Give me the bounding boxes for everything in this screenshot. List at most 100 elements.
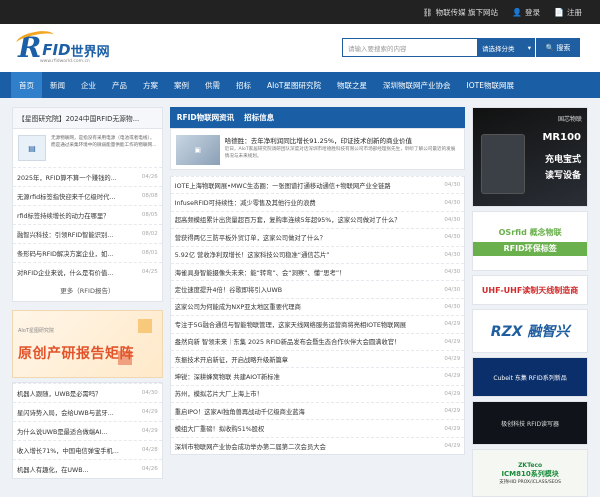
report-feature[interactable]: ▤ 无源物联网，是指没有采用电源（电池或者电线），而是通过采集环境中的微弱能量供…: [13, 129, 162, 167]
list-item-title: 坤锐：深耕蜂窝物联 共建AIOT新标准: [175, 372, 441, 381]
list-item[interactable]: 专注于5G融合通信与智能物联管理，这家天线网络服务运营商将亮相IOTE物联网展0…: [171, 315, 464, 332]
search-icon: 🔍: [546, 44, 555, 52]
list-item[interactable]: 机器人有趣化，在UWB...04/26: [13, 459, 162, 478]
list-item[interactable]: 融智兴科技：引领RFID智能识别...08/02: [13, 224, 162, 243]
list-item[interactable]: 为什么说UWB是最适合做端AI... 04/29: [13, 421, 162, 440]
list-item[interactable]: 机器人跟随，UWB是必需吗？04/30: [13, 383, 162, 402]
nav-item[interactable]: AIoT星图研究院: [259, 72, 329, 98]
list-item-date: 04/29: [444, 339, 460, 345]
news-list: IOTE上海物联网展•MWC生态圈：一张图谱打通移动通信+物联网产业全链路 04/…: [170, 176, 465, 455]
list-item-date: 04/29: [444, 391, 460, 397]
nav-item[interactable]: 物联之星: [329, 72, 375, 98]
login-link[interactable]: 👤登录: [512, 7, 540, 18]
list-item[interactable]: 2025年，RFID算不算一个赚钱的... 04/26: [13, 167, 162, 186]
nav-item[interactable]: 企业: [73, 72, 104, 98]
tab-tender-info[interactable]: 招标信息: [244, 112, 274, 123]
list-item[interactable]: 坤锐：深耕蜂窝物联 共建AIOT新标准04/29: [171, 367, 464, 384]
device-image: [481, 134, 525, 194]
user-icon: 👤: [512, 8, 522, 17]
report-title[interactable]: 【星图研究院】2024中国RFID无源物...: [13, 108, 162, 129]
nav-item[interactable]: 深圳物联网产业协会: [375, 72, 459, 98]
list-item[interactable]: 深圳市物联网产业协会成功举办第二届第二次会员大会04/29: [171, 437, 464, 454]
list-item[interactable]: 无源rfid标签指快迎来千亿级时代...08/08: [13, 186, 162, 205]
list-item[interactable]: InfuseRFID可持续性：减少零售及其他行业的浪费04/30: [171, 193, 464, 210]
list-item[interactable]: 条形码与RFID解决方案企业，如...08/01: [13, 243, 162, 262]
nav-item[interactable]: 新闻: [42, 72, 73, 98]
list-item[interactable]: 这家公司为何能成为NXP亚太地区重要代理商04/30: [171, 298, 464, 315]
list-item[interactable]: 海雀具身智能摄像头未来：能“转弯”、会“洞察”、懂“思考”！04/30: [171, 263, 464, 280]
nav-item[interactable]: 案例: [166, 72, 197, 98]
zkteco-ad[interactable]: ZKTeco ICM810系列模块 支持HID PROX/iCLASS/SEOS: [472, 449, 588, 497]
main-content: 【星图研究院】2024中国RFID无源物... ▤ 无源物联网，是指没有采用电源…: [12, 107, 588, 450]
list-item-title: IOTE上海物联网展•MWC生态圈：一张图谱打通移动通信+物联网产业全链路: [175, 181, 441, 190]
nav-item[interactable]: 首页: [11, 72, 42, 98]
list-item-title: 收入增长71%，中国电信弹宝手机...: [17, 446, 138, 455]
list-item-title: 苏州，模拟芯片大厂上海上市！: [175, 389, 441, 398]
report-thumbnail: ▤: [18, 135, 46, 161]
register-icon: 📄: [554, 8, 564, 17]
site-logo[interactable]: R FID 世界网 www.rfidworld.com.cn: [18, 34, 110, 62]
reader-ad[interactable]: 极创科技 RFID读写器: [472, 401, 588, 445]
list-item-date: 08/02: [142, 231, 158, 237]
list-item-date: 04/29: [444, 356, 460, 362]
list-item-date: 04/30: [444, 217, 460, 223]
list-item[interactable]: 盎然向新 智领未来｜东集 2025 RFID新品发布会暨生态合作伙伴大会圆满收官…: [171, 333, 464, 350]
nav-item[interactable]: 招标: [228, 72, 259, 98]
antenna-ad[interactable]: UHF-UHF读制天线制造商: [472, 275, 588, 305]
list-item[interactable]: 对RFID企业来说，什么是有价值...04/25: [13, 262, 162, 281]
uwb-list: 机器人跟随，UWB是必需吗？04/30星闪诗势入局，会给UWB与蓝牙...04/…: [12, 382, 163, 479]
list-item[interactable]: 东振技术开启新征，开启战略升级新篇章04/29: [171, 350, 464, 367]
list-item-date: 04/30: [444, 252, 460, 258]
list-item-title: 星闪诗势入局，会给UWB与蓝牙...: [17, 408, 138, 417]
search-input[interactable]: 请输入要搜索的内容: [342, 38, 478, 57]
sister-sites-link[interactable]: ⛓物联传媒 旗下网站: [423, 7, 499, 18]
headline-story[interactable]: ▣ 哈德胜：去年净利润同比增长91.25%，印证技术创新的商业价值 近日，AIo…: [170, 128, 465, 170]
search-button[interactable]: 🔍搜索: [536, 38, 580, 57]
nav-item[interactable]: IOTE物联网展: [459, 72, 522, 98]
list-item[interactable]: 模组大厂重磅！拟收购51%股权04/29: [171, 419, 464, 436]
nav-item[interactable]: 方案: [135, 72, 166, 98]
list-item[interactable]: 重启IPO！这家AI独角兽再战动千亿级商业蓝海04/29: [171, 402, 464, 419]
list-item[interactable]: 营获得两亿三防平板外贸订单，这家公司做对了什么？04/30: [171, 228, 464, 245]
more-reports-link[interactable]: 更多（RFID报告）: [13, 281, 162, 301]
nav-item[interactable]: 产品: [104, 72, 135, 98]
register-link[interactable]: 📄注册: [554, 7, 582, 18]
list-item-title: 模组大厂重磅！拟收购51%股权: [175, 424, 441, 433]
news-section-header: RFID物联网资讯 招标信息: [170, 107, 465, 128]
rzx-ad[interactable]: RZX 融智兴: [472, 309, 588, 353]
right-column: 国芯物联 MR100 充电宝式 读写设备 OSrfid 概念物联 RFID环保标…: [472, 107, 588, 450]
chevron-down-icon: ▾: [528, 44, 531, 52]
tab-rfid-news[interactable]: RFID物联网资讯: [177, 112, 234, 123]
list-item-date: 04/29: [444, 321, 460, 327]
list-item-date: 04/25: [142, 269, 158, 275]
list-item-date: 08/05: [142, 212, 158, 218]
list-item-title: 专注于5G融合通信与智能物联管理，这家天线网络服务运营商将亮相IOTE物联网展: [175, 320, 441, 329]
list-item[interactable]: 星闪诗势入局，会给UWB与蓝牙...04/29: [13, 402, 162, 421]
report-matrix-banner[interactable]: AIoT星图研究院 原创产研报告矩阵: [12, 310, 163, 378]
list-item-title: 为什么说UWB是最适合做端AI...: [17, 427, 138, 436]
list-item[interactable]: 定位速度提升4倍！谷歌即将引入UWB04/30: [171, 280, 464, 297]
list-item-title: 2025年，RFID算不算一个赚钱的...: [17, 173, 138, 182]
list-item-date: 04/29: [444, 408, 460, 414]
site-header: R FID 世界网 www.rfidworld.com.cn 请输入要搜索的内容…: [0, 24, 600, 72]
list-item-date: 04/26: [142, 174, 158, 180]
list-item-title: 定位速度提升4倍！谷歌即将引入UWB: [175, 285, 441, 294]
list-item-date: 04/30: [142, 390, 158, 396]
list-item-date: 04/30: [444, 304, 460, 310]
decor-square: [138, 319, 152, 333]
eco-tag-ad[interactable]: OSrfid 概念物联 RFID环保标签: [472, 211, 588, 271]
list-item-title: 机器人有趣化，在UWB...: [17, 465, 138, 474]
list-item-date: 04/30: [444, 287, 460, 293]
list-item[interactable]: 5.92亿 营收净利双增长！这家科技公司稳准“通信芯片”04/30: [171, 246, 464, 263]
list-item-title: 5.92亿 营收净利双增长！这家科技公司稳准“通信芯片”: [175, 250, 441, 259]
list-item-date: 04/29: [142, 428, 158, 434]
list-item[interactable]: IOTE上海物联网展•MWC生态圈：一张图谱打通移动通信+物联网产业全链路04/…: [171, 176, 464, 193]
list-item[interactable]: 超高频模组累计出货量超百万套，复购率连续5年超95%，这家公司做对了什么？04/…: [171, 211, 464, 228]
category-select[interactable]: 请选择分类▾: [478, 38, 536, 57]
list-item-title: 条形码与RFID解决方案企业，如...: [17, 249, 138, 258]
list-item[interactable]: rfid标签持续增长的动力在哪里？08/05: [13, 205, 162, 224]
mr100-ad[interactable]: 国芯物联 MR100 充电宝式 读写设备: [472, 107, 588, 207]
cubeit-ad[interactable]: Cubeit 东集 RFID系列新品: [472, 357, 588, 397]
nav-item[interactable]: 供需: [197, 72, 228, 98]
list-item[interactable]: 苏州，模拟芯片大厂上海上市！04/29: [171, 385, 464, 402]
